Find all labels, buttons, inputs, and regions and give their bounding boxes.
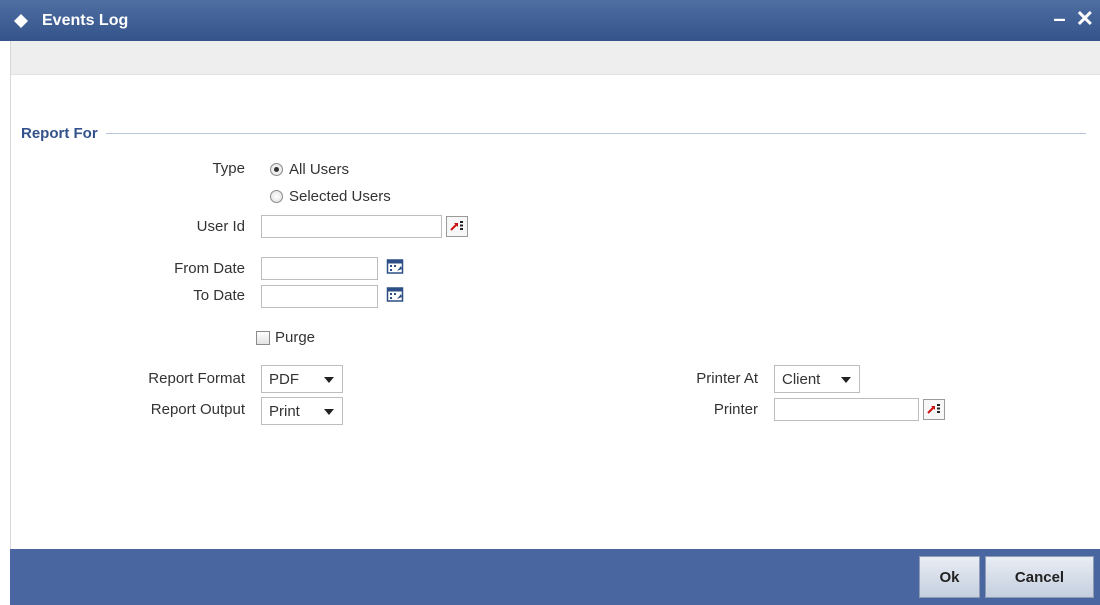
to-date-calendar-button[interactable] — [384, 285, 406, 307]
printer-at-label: Printer At — [696, 370, 758, 387]
minimize-button[interactable]: – — [1053, 6, 1065, 32]
radio-button[interactable] — [270, 163, 283, 176]
purge-row[interactable]: Purge — [256, 329, 315, 346]
window-controls: – ✕ — [1053, 6, 1094, 32]
lov-arrow-icon — [926, 401, 942, 419]
from-date-calendar-button[interactable] — [384, 257, 406, 279]
report-output-select[interactable]: Print — [261, 397, 343, 425]
user-id-input[interactable] — [261, 215, 442, 238]
radio-label: Selected Users — [289, 188, 391, 205]
left-border — [10, 41, 11, 549]
section-legend: Report For — [21, 125, 98, 142]
to-date-input[interactable] — [261, 285, 378, 308]
toolbar-strip — [10, 41, 1100, 75]
purge-checkbox[interactable] — [256, 330, 270, 345]
chevron-down-icon — [324, 377, 334, 383]
radio-all-users[interactable]: All Users — [270, 161, 349, 178]
printer-at-select[interactable]: Client — [774, 365, 860, 393]
purge-label: Purge — [275, 329, 316, 346]
report-format-select[interactable]: PDF — [261, 365, 343, 393]
chevron-down-icon — [841, 377, 851, 383]
title-bar: Events Log – ✕ — [0, 0, 1100, 41]
close-button[interactable]: ✕ — [1076, 6, 1094, 32]
ok-button[interactable]: Ok — [919, 556, 980, 598]
chevron-down-icon — [324, 409, 334, 415]
report-output-label: Report Output — [150, 401, 245, 418]
user-id-label: User Id — [196, 218, 245, 235]
radio-label: All Users — [289, 161, 350, 178]
diamond-icon — [12, 12, 30, 30]
report-output-value: Print — [269, 402, 300, 420]
printer-input[interactable] — [774, 398, 919, 421]
to-date-label: To Date — [193, 287, 245, 304]
report-format-value: PDF — [269, 370, 299, 388]
lov-arrow-icon — [449, 218, 465, 236]
type-label: Type — [212, 160, 245, 177]
report-format-label: Report Format — [148, 370, 245, 387]
from-date-input[interactable] — [261, 257, 378, 280]
section-divider — [106, 133, 1086, 134]
radio-selected-users[interactable]: Selected Users — [270, 188, 391, 205]
user-id-lov-button[interactable] — [446, 216, 468, 237]
radio-button[interactable] — [270, 190, 283, 203]
from-date-label: From Date — [174, 260, 245, 277]
calendar-icon — [386, 285, 404, 307]
window-title: Events Log — [42, 11, 129, 29]
cancel-button[interactable]: Cancel — [985, 556, 1094, 598]
printer-lov-button[interactable] — [923, 399, 945, 420]
printer-label: Printer — [713, 401, 758, 418]
printer-at-value: Client — [782, 370, 821, 388]
calendar-icon — [386, 257, 404, 279]
